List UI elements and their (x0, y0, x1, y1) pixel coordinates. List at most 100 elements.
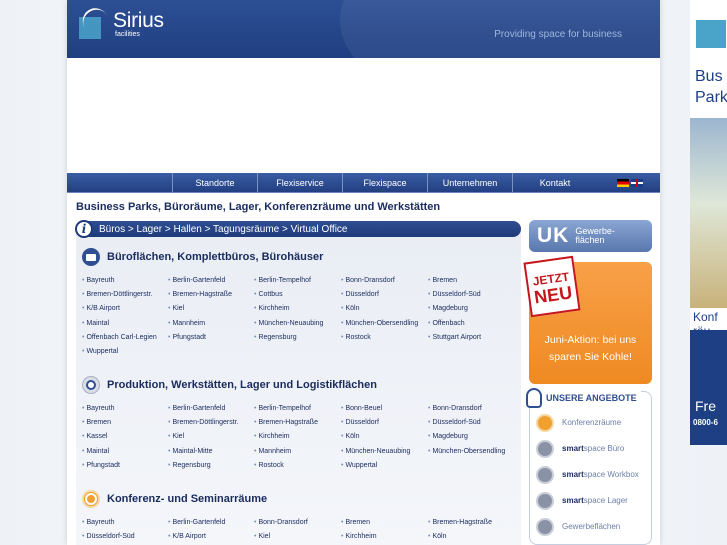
section-title: Büroflächen, Komplettbüros, Bürohäuser (107, 251, 324, 263)
location-link[interactable]: Bremen-Döttlingerstr. (168, 416, 254, 430)
breadcrumb-text[interactable]: Büros > Lager > Hallen > Tagungsräume > … (99, 224, 348, 235)
location-link[interactable]: Kassel (82, 430, 168, 444)
location-link[interactable]: Bremen-Hagstraße (428, 516, 527, 530)
location-link[interactable]: Cottbus (254, 288, 341, 302)
location-link[interactable]: Bonn-Dransdorf (428, 402, 527, 416)
location-link[interactable]: Rostock (254, 459, 341, 473)
location-link[interactable]: Köln (428, 530, 527, 544)
location-link[interactable]: Offenbach (428, 317, 527, 331)
ad-logo-icon (696, 20, 726, 48)
nav-kontakt[interactable]: Kontakt (512, 173, 597, 192)
offer-bold: smart (562, 496, 584, 505)
location-link[interactable]: Düsseldorf-Süd (428, 288, 527, 302)
location-link[interactable]: Bremen (82, 416, 168, 430)
location-link[interactable]: Pfungstadt (168, 331, 254, 345)
location-link[interactable]: Wuppertal (82, 345, 168, 359)
side-advertisement[interactable]: Bus Park Konf räu Fre 0800-6 (690, 0, 727, 445)
location-link[interactable]: Bremen (341, 516, 428, 530)
location-link[interactable]: Maintal-Mitte (168, 445, 254, 459)
location-grid: BayreuthBerlin-GartenfeldBonn-DransdorfB… (82, 516, 521, 544)
breadcrumb: i Büros > Lager > Hallen > Tagungsräume … (75, 220, 521, 238)
location-link[interactable]: Maintal (82, 317, 168, 331)
location-link[interactable]: Berlin-Tempelhof (254, 402, 341, 416)
location-link[interactable]: Berlin-Gartenfeld (168, 274, 254, 288)
info-icon: i (75, 220, 93, 238)
location-link[interactable]: Bonn-Beuel (341, 402, 428, 416)
location-link[interactable]: Bonn-Dransdorf (341, 274, 428, 288)
location-link[interactable]: Bayreuth (82, 274, 168, 288)
location-link[interactable]: Bayreuth (82, 516, 168, 530)
offers-title-text: UNSERE ANGEBOTE (546, 393, 637, 403)
location-link[interactable]: Bremen (428, 274, 527, 288)
location-link[interactable]: Kiel (254, 530, 341, 544)
location-grid: BayreuthBerlin-GartenfeldBerlin-Tempelho… (82, 274, 521, 359)
location-link[interactable]: Rostock (341, 331, 428, 345)
offers-box: UNSERE ANGEBOTE Konferenzräume smartspace… (526, 388, 652, 545)
location-link[interactable]: Kiel (168, 302, 254, 316)
location-link[interactable]: Kiel (168, 430, 254, 444)
location-link[interactable]: Regensburg (168, 459, 254, 473)
promo-text: Juni-Aktion: bei uns sparen Sie Kohle! (544, 334, 637, 363)
location-link[interactable]: Stuttgart Airport (428, 331, 527, 345)
location-link[interactable]: Magdeburg (428, 302, 527, 316)
location-link[interactable]: Düsseldorf (341, 416, 428, 430)
stamp-line-2: NEU (532, 281, 574, 307)
uk-small-2: flächen (575, 235, 605, 245)
location-link[interactable]: Bremen-Döttlingerstr. (82, 288, 168, 302)
location-link[interactable]: Kirchheim (341, 530, 428, 544)
section-title: Produktion, Werkstätten, Lager und Logis… (107, 379, 377, 391)
conference-icon (536, 414, 554, 432)
location-link[interactable]: Kirchheim (254, 430, 341, 444)
location-link[interactable]: Bremen-Hagstraße (168, 288, 254, 302)
offer-item[interactable]: smartspace Workbox (530, 462, 651, 488)
location-link[interactable]: Berlin-Gartenfeld (168, 402, 254, 416)
location-link[interactable]: Maintal (82, 445, 168, 459)
location-link[interactable]: Bonn-Dransdorf (254, 516, 341, 530)
offer-label: space Lager (583, 496, 628, 505)
offer-bold: smart (562, 470, 584, 479)
uk-commercial-space-button[interactable]: UK Gewerbe-flächen (529, 220, 652, 252)
location-link[interactable]: Düsseldorf-Süd (82, 530, 168, 544)
location-link[interactable]: München-Neuaubing (341, 445, 428, 459)
nav-flexiservice[interactable]: Flexiservice (257, 173, 342, 192)
location-link[interactable]: Magdeburg (428, 430, 527, 444)
nav-flexispace[interactable]: Flexispace (342, 173, 427, 192)
promo-banner[interactable]: JETZT NEU Juni-Aktion: bei uns sparen Si… (523, 255, 652, 384)
location-link[interactable]: München-Obersendling (341, 317, 428, 331)
location-link[interactable]: Köln (341, 430, 428, 444)
offer-label: space Büro (583, 444, 625, 453)
location-link[interactable]: Offenbach Carl-Legien (82, 331, 168, 345)
logo-name: Sirius (113, 8, 164, 32)
offer-item[interactable]: Gewerbeflächen (530, 514, 651, 540)
location-link[interactable]: Wuppertal (341, 459, 428, 473)
location-link[interactable]: Köln (341, 302, 428, 316)
nav-unternehmen[interactable]: Unternehmen (427, 173, 512, 192)
location-link[interactable]: Düsseldorf (341, 288, 428, 302)
offers-title: UNSERE ANGEBOTE (526, 388, 641, 408)
location-link[interactable]: Mannheim (168, 317, 254, 331)
offer-item[interactable]: smartspace Büro (530, 436, 651, 462)
location-link[interactable]: Düsseldorf-Süd (428, 416, 527, 430)
location-link[interactable]: Bremen-Hagstraße (254, 416, 341, 430)
location-link[interactable]: Kirchheim (254, 302, 341, 316)
location-link[interactable]: Mannheim (254, 445, 341, 459)
location-link[interactable]: Bayreuth (82, 402, 168, 416)
location-link[interactable]: München-Obersendling (428, 445, 527, 459)
offer-item[interactable]: smartspace Lager (530, 488, 651, 514)
language-switch (617, 173, 643, 192)
uk-flag-icon[interactable] (631, 178, 643, 187)
location-link[interactable]: K/B Airport (168, 530, 254, 544)
sirius-logo[interactable]: Sirius facilities (77, 3, 164, 41)
location-link[interactable]: München-Neuaubing (254, 317, 341, 331)
location-link[interactable]: Pfungstadt (82, 459, 168, 473)
nav-standorte[interactable]: Standorte (172, 173, 257, 192)
location-link[interactable]: Berlin-Gartenfeld (168, 516, 254, 530)
offer-bold: smart (562, 444, 584, 453)
location-link[interactable]: K/B Airport (82, 302, 168, 316)
german-flag-icon[interactable] (617, 178, 629, 187)
workbox-icon (536, 466, 554, 484)
lightbulb-icon (526, 388, 542, 408)
location-link[interactable]: Berlin-Tempelhof (254, 274, 341, 288)
offer-item[interactable]: Konferenzräume (530, 410, 651, 436)
location-link[interactable]: Regensburg (254, 331, 341, 345)
